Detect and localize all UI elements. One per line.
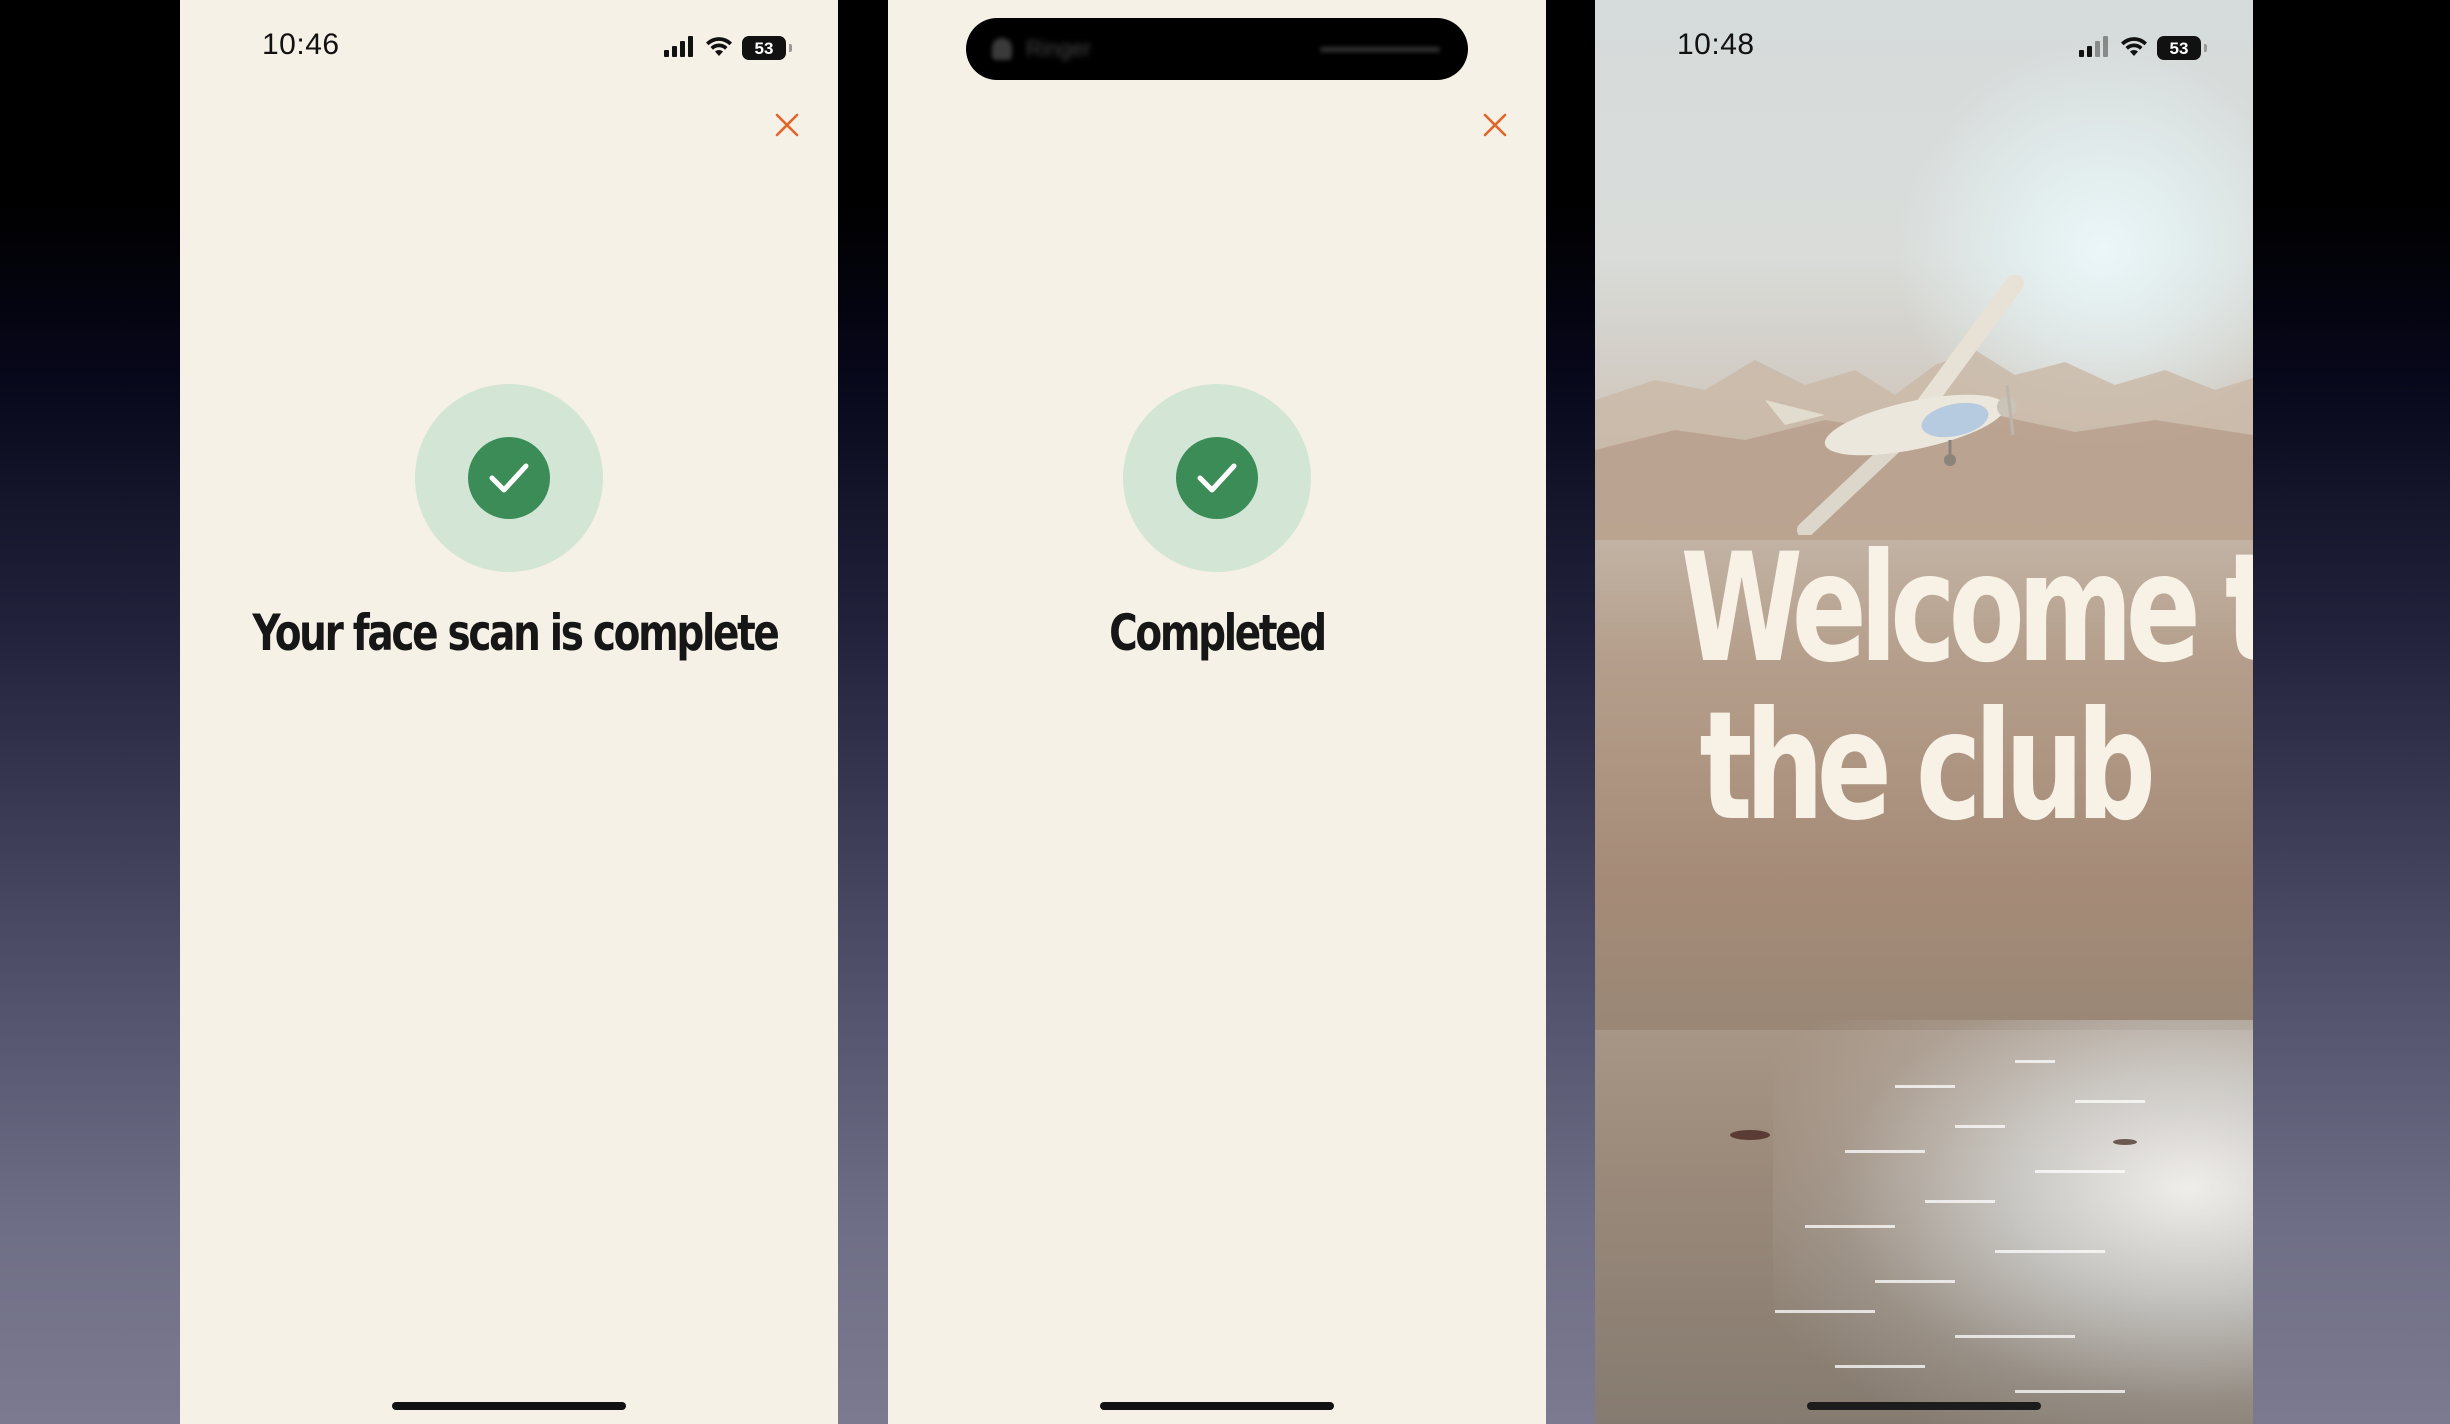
water-glints: [1730, 1060, 2145, 1393]
status-icons: 53: [664, 32, 792, 64]
checkmark-icon: [1197, 463, 1237, 493]
battery-icon: 53: [742, 36, 792, 60]
close-button[interactable]: [770, 108, 804, 142]
status-icons: 53: [2079, 32, 2207, 64]
phone-screen-face-scan-complete: 10:46 53 Your face scan is complete: [180, 0, 838, 1424]
status-bar: 10:48 53: [1595, 0, 2253, 96]
ringer-label: Ringer: [1026, 36, 1091, 61]
welcome-line-2: the club: [1699, 680, 2156, 854]
signal-icon: [2079, 35, 2111, 62]
airplane-image: [1765, 275, 2024, 535]
bell-icon: [992, 38, 1012, 60]
battery-icon: 53: [2157, 36, 2207, 60]
home-indicator[interactable]: [1100, 1402, 1334, 1410]
home-indicator[interactable]: [1807, 1402, 2041, 1410]
checkmark-circle: [468, 437, 550, 519]
success-badge: [1123, 384, 1311, 572]
checkmark-icon: [489, 463, 529, 493]
phone-screen-welcome: 10:48 53 Welcome the club: [1595, 0, 2253, 1424]
close-icon: [775, 113, 799, 137]
wifi-icon: [704, 35, 734, 62]
close-button[interactable]: [1478, 108, 1512, 142]
volume-bar: [1320, 47, 1440, 52]
welcome-line-1: Welcome to: [1680, 522, 2253, 696]
success-badge: [415, 384, 603, 572]
home-indicator[interactable]: [392, 1402, 626, 1410]
wifi-icon: [2119, 35, 2149, 62]
showcase-canvas: 10:46 53 Your face scan is complete Ring…: [0, 0, 2450, 1424]
phone-screen-completed: Ringer Completed: [888, 0, 1546, 1424]
battery-level: 53: [754, 38, 774, 58]
checkmark-circle: [1176, 437, 1258, 519]
headline: Your face scan is complete: [252, 604, 779, 662]
close-icon: [1483, 113, 1507, 137]
status-bar: 10:46 53: [180, 0, 838, 96]
status-time: 10:46: [262, 28, 340, 61]
welcome-headline: Welcome to the club: [1680, 522, 2253, 854]
headline: Completed: [1109, 604, 1327, 662]
signal-icon: [664, 35, 696, 62]
status-time: 10:48: [1677, 28, 1755, 61]
battery-level: 53: [2169, 38, 2189, 58]
dynamic-island: Ringer: [966, 18, 1468, 80]
